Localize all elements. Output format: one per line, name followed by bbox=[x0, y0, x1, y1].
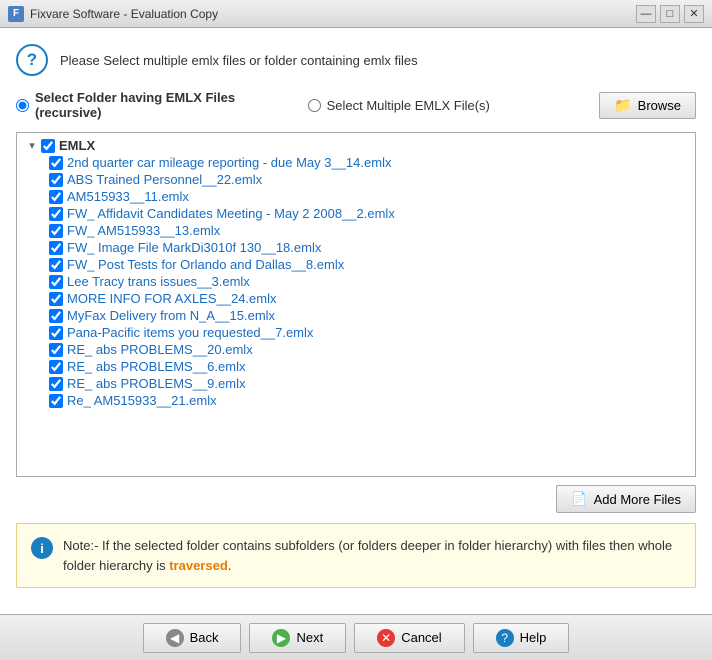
app-icon: F bbox=[8, 6, 24, 22]
tree-file-item[interactable]: MORE INFO FOR AXLES__24.emlx bbox=[45, 290, 691, 307]
tree-file-checkbox[interactable] bbox=[49, 377, 63, 391]
tree-root-label: EMLX bbox=[59, 138, 95, 153]
radio-group-folder: Select Folder having EMLX Files (recursi… bbox=[16, 90, 292, 120]
back-icon: ◀ bbox=[166, 629, 184, 647]
tree-file-label: FW_ AM515933__13.emlx bbox=[67, 223, 220, 238]
tree-file-label: 2nd quarter car mileage reporting - due … bbox=[67, 155, 391, 170]
tree-file-checkbox[interactable] bbox=[49, 343, 63, 357]
tree-file-item[interactable]: Lee Tracy trans issues__3.emlx bbox=[45, 273, 691, 290]
tree-file-label: MyFax Delivery from N_A__15.emlx bbox=[67, 308, 275, 323]
note-area: i Note:- If the selected folder contains… bbox=[16, 523, 696, 588]
add-more-files-label: Add More Files bbox=[594, 492, 681, 507]
tree-root: ▾ EMLX 2nd quarter car mileage reporting… bbox=[17, 133, 695, 413]
tree-file-label: Re_ AM515933__21.emlx bbox=[67, 393, 217, 408]
browse-button[interactable]: 📁 Browse bbox=[599, 92, 696, 119]
tree-file-item[interactable]: RE_ abs PROBLEMS__6.emlx bbox=[45, 358, 691, 375]
cancel-icon: ✕ bbox=[377, 629, 395, 647]
close-button[interactable]: ✕ bbox=[684, 5, 704, 23]
next-label: Next bbox=[296, 630, 323, 645]
title-bar-controls: — □ ✕ bbox=[636, 5, 704, 23]
back-label: Back bbox=[190, 630, 219, 645]
help-icon: ? bbox=[496, 629, 514, 647]
tree-file-item[interactable]: MyFax Delivery from N_A__15.emlx bbox=[45, 307, 691, 324]
tree-file-item[interactable]: FW_ AM515933__13.emlx bbox=[45, 222, 691, 239]
tree-file-item[interactable]: RE_ abs PROBLEMS__20.emlx bbox=[45, 341, 691, 358]
note-info-icon: i bbox=[31, 537, 53, 559]
note-text: Note:- If the selected folder contains s… bbox=[63, 536, 681, 575]
radio-group-files: Select Multiple EMLX File(s) bbox=[308, 98, 584, 113]
tree-file-label: FW_ Image File MarkDi3010f 130__18.emlx bbox=[67, 240, 321, 255]
tree-file-label: Lee Tracy trans issues__3.emlx bbox=[67, 274, 250, 289]
radio-files[interactable] bbox=[308, 99, 321, 112]
tree-file-checkbox[interactable] bbox=[49, 207, 63, 221]
tree-file-item[interactable]: ABS Trained Personnel__22.emlx bbox=[45, 171, 691, 188]
tree-file-checkbox[interactable] bbox=[49, 156, 63, 170]
radio-folder-label[interactable]: Select Folder having EMLX Files (recursi… bbox=[35, 90, 292, 120]
tree-file-label: RE_ abs PROBLEMS__20.emlx bbox=[67, 342, 253, 357]
tree-file-item[interactable]: RE_ abs PROBLEMS__9.emlx bbox=[45, 375, 691, 392]
help-label: Help bbox=[520, 630, 547, 645]
tree-file-item[interactable]: Pana-Pacific items you requested__7.emlx bbox=[45, 324, 691, 341]
tree-file-label: AM515933__11.emlx bbox=[67, 189, 189, 204]
tree-file-label: RE_ abs PROBLEMS__9.emlx bbox=[67, 376, 245, 391]
tree-file-checkbox[interactable] bbox=[49, 173, 63, 187]
tree-file-checkbox[interactable] bbox=[49, 275, 63, 289]
tree-file-checkbox[interactable] bbox=[49, 360, 63, 374]
next-icon: ▶ bbox=[272, 629, 290, 647]
tree-children: 2nd quarter car mileage reporting - due … bbox=[21, 154, 691, 409]
title-bar: F Fixvare Software - Evaluation Copy — □… bbox=[0, 0, 712, 28]
cancel-button[interactable]: ✕ Cancel bbox=[354, 623, 464, 653]
window-content: ? Please Select multiple emlx files or f… bbox=[0, 28, 712, 614]
file-tree-container[interactable]: ▾ EMLX 2nd quarter car mileage reporting… bbox=[16, 132, 696, 477]
tree-file-label: Pana-Pacific items you requested__7.emlx bbox=[67, 325, 313, 340]
tree-file-label: RE_ abs PROBLEMS__6.emlx bbox=[67, 359, 245, 374]
cancel-label: Cancel bbox=[401, 630, 441, 645]
radio-selection-row: Select Folder having EMLX Files (recursi… bbox=[16, 90, 696, 120]
tree-file-item[interactable]: FW_ Affidavit Candidates Meeting - May 2… bbox=[45, 205, 691, 222]
nav-bar: ◀ Back ▶ Next ✕ Cancel ? Help bbox=[0, 614, 712, 660]
tree-file-checkbox[interactable] bbox=[49, 309, 63, 323]
browse-icon: 📁 bbox=[614, 97, 631, 114]
note-prefix: Note:- If the selected folder contains s… bbox=[63, 538, 552, 553]
tree-file-checkbox[interactable] bbox=[49, 190, 63, 204]
tree-file-checkbox[interactable] bbox=[49, 224, 63, 238]
tree-root-checkbox[interactable] bbox=[41, 139, 55, 153]
tree-file-label: FW_ Affidavit Candidates Meeting - May 2… bbox=[67, 206, 395, 221]
radio-files-label[interactable]: Select Multiple EMLX File(s) bbox=[327, 98, 490, 113]
tree-file-checkbox[interactable] bbox=[49, 292, 63, 306]
tree-file-item[interactable]: Re_ AM515933__21.emlx bbox=[45, 392, 691, 409]
help-button[interactable]: ? Help bbox=[473, 623, 570, 653]
tree-file-item[interactable]: 2nd quarter car mileage reporting - due … bbox=[45, 154, 691, 171]
note-end: . bbox=[228, 558, 232, 573]
help-circle-icon: ? bbox=[16, 44, 48, 76]
tree-file-checkbox[interactable] bbox=[49, 258, 63, 272]
tree-file-item[interactable]: FW_ Post Tests for Orlando and Dallas__8… bbox=[45, 256, 691, 273]
maximize-button[interactable]: □ bbox=[660, 5, 680, 23]
tree-file-checkbox[interactable] bbox=[49, 241, 63, 255]
tree-file-checkbox[interactable] bbox=[49, 326, 63, 340]
tree-file-item[interactable]: FW_ Image File MarkDi3010f 130__18.emlx bbox=[45, 239, 691, 256]
tree-root-item[interactable]: ▾ EMLX bbox=[21, 137, 691, 154]
instruction-row: ? Please Select multiple emlx files or f… bbox=[16, 44, 696, 76]
tree-toggle-icon[interactable]: ▾ bbox=[25, 139, 39, 152]
back-button[interactable]: ◀ Back bbox=[143, 623, 242, 653]
tree-file-label: ABS Trained Personnel__22.emlx bbox=[67, 172, 262, 187]
add-files-row: 📄 Add More Files bbox=[16, 485, 696, 513]
tree-file-label: FW_ Post Tests for Orlando and Dallas__8… bbox=[67, 257, 344, 272]
tree-file-checkbox[interactable] bbox=[49, 394, 63, 408]
radio-folder[interactable] bbox=[16, 99, 29, 112]
browse-button-label: Browse bbox=[638, 98, 681, 113]
title-bar-text: Fixvare Software - Evaluation Copy bbox=[30, 7, 636, 21]
tree-file-item[interactable]: AM515933__11.emlx bbox=[45, 188, 691, 205]
add-more-files-button[interactable]: 📄 Add More Files bbox=[556, 485, 696, 513]
next-button[interactable]: ▶ Next bbox=[249, 623, 346, 653]
instruction-text: Please Select multiple emlx files or fol… bbox=[60, 53, 418, 68]
minimize-button[interactable]: — bbox=[636, 5, 656, 23]
add-files-icon: 📄 bbox=[571, 491, 587, 507]
note-keyword: traversed bbox=[169, 558, 228, 573]
tree-file-label: MORE INFO FOR AXLES__24.emlx bbox=[67, 291, 277, 306]
